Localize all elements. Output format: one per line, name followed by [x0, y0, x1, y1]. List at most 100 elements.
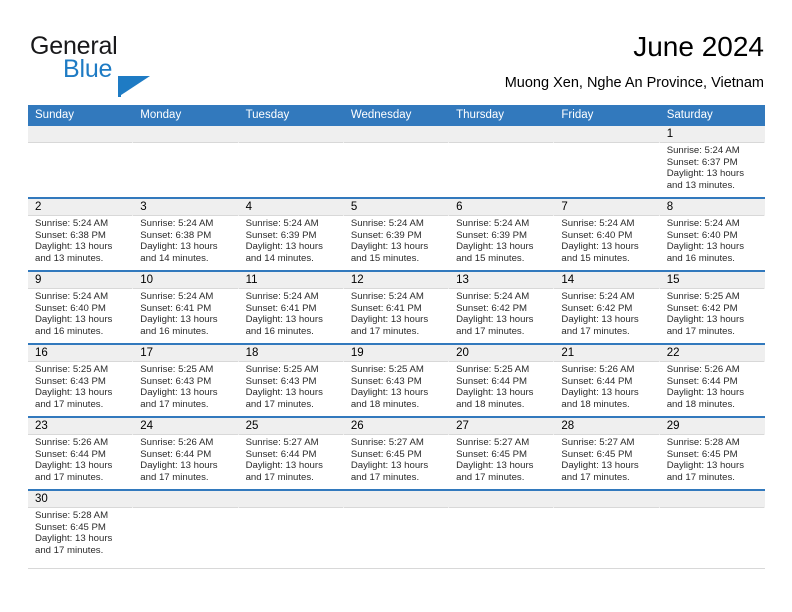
sunset-text: Sunset: 6:41 PM: [350, 302, 422, 314]
day-cell[interactable]: 1 Sunrise: 5:24 AM Sunset: 6:37 PM Dayli…: [659, 126, 765, 197]
day-cell[interactable]: 12 Sunrise: 5:24 AM Sunset: 6:41 PM Dayl…: [343, 272, 449, 343]
sunrise-text: Sunrise: 5:24 AM: [666, 218, 740, 229]
day-cell[interactable]: [449, 126, 554, 197]
day-details: Sunrise: 5:25 AM Sunset: 6:44 PM Dayligh…: [449, 362, 553, 410]
sunrise-text: Sunrise: 5:24 AM: [561, 218, 635, 229]
day-cell[interactable]: 23 Sunrise: 5:26 AM Sunset: 6:44 PM Dayl…: [28, 418, 133, 489]
day-cell[interactable]: [238, 491, 344, 562]
sunrise-text: Sunrise: 5:24 AM: [245, 291, 319, 302]
daylight-text-line2: and 17 minutes.: [666, 325, 735, 337]
day-cell[interactable]: 7 Sunrise: 5:24 AM Sunset: 6:40 PM Dayli…: [554, 199, 659, 270]
day-details: Sunrise: 5:27 AM Sunset: 6:45 PM Dayligh…: [449, 435, 553, 483]
day-cell[interactable]: [133, 126, 238, 197]
day-details: Sunrise: 5:24 AM Sunset: 6:38 PM Dayligh…: [28, 216, 132, 264]
day-cell[interactable]: 18 Sunrise: 5:25 AM Sunset: 6:43 PM Dayl…: [238, 345, 344, 416]
day-details: Sunrise: 5:25 AM Sunset: 6:42 PM Dayligh…: [660, 289, 764, 337]
day-cell[interactable]: [133, 491, 238, 562]
sunrise-text: Sunrise: 5:24 AM: [666, 145, 740, 156]
daylight-text-line1: Daylight: 13 hours: [35, 387, 113, 399]
day-cell[interactable]: 26 Sunrise: 5:27 AM Sunset: 6:45 PM Dayl…: [343, 418, 449, 489]
day-number: 24: [133, 418, 238, 435]
daylight-text-line1: Daylight: 13 hours: [35, 241, 113, 253]
daylight-text-line1: Daylight: 13 hours: [140, 460, 218, 472]
day-cell[interactable]: 10 Sunrise: 5:24 AM Sunset: 6:41 PM Dayl…: [133, 272, 238, 343]
daylight-text-line1: Daylight: 13 hours: [666, 460, 745, 472]
daylight-text-line1: Daylight: 13 hours: [245, 241, 323, 253]
day-cell[interactable]: 16 Sunrise: 5:25 AM Sunset: 6:43 PM Dayl…: [28, 345, 133, 416]
day-cell[interactable]: 3 Sunrise: 5:24 AM Sunset: 6:38 PM Dayli…: [133, 199, 238, 270]
day-details: Sunrise: 5:25 AM Sunset: 6:43 PM Dayligh…: [28, 362, 132, 410]
sunrise-text: Sunrise: 5:28 AM: [35, 510, 109, 521]
day-cell[interactable]: [343, 126, 449, 197]
calendar-bottom-rule: [28, 568, 765, 569]
sunset-text: Sunset: 6:44 PM: [561, 375, 633, 387]
day-cell[interactable]: 28 Sunrise: 5:27 AM Sunset: 6:45 PM Dayl…: [554, 418, 659, 489]
day-cell[interactable]: 11 Sunrise: 5:24 AM Sunset: 6:41 PM Dayl…: [238, 272, 344, 343]
daylight-text-line1: Daylight: 13 hours: [140, 314, 218, 326]
day-cell[interactable]: 17 Sunrise: 5:25 AM Sunset: 6:43 PM Dayl…: [133, 345, 238, 416]
daylight-text-line2: and 17 minutes.: [140, 398, 209, 410]
day-number: 17: [133, 345, 238, 362]
sunrise-text: Sunrise: 5:24 AM: [35, 218, 109, 229]
daylight-text-line2: and 17 minutes.: [245, 398, 314, 410]
day-cell[interactable]: 21 Sunrise: 5:26 AM Sunset: 6:44 PM Dayl…: [554, 345, 659, 416]
day-cell[interactable]: 4 Sunrise: 5:24 AM Sunset: 6:39 PM Dayli…: [238, 199, 344, 270]
day-number: [659, 491, 764, 508]
day-cell[interactable]: [28, 126, 133, 197]
sunrise-text: Sunrise: 5:27 AM: [245, 437, 319, 448]
day-number: [343, 491, 449, 508]
day-number: 30: [28, 491, 133, 508]
sunset-text: Sunset: 6:41 PM: [140, 302, 212, 314]
sunrise-text: Sunrise: 5:25 AM: [140, 364, 214, 375]
day-cell[interactable]: [554, 491, 659, 562]
daylight-text-line2: and 18 minutes.: [561, 398, 630, 410]
day-cell[interactable]: 19 Sunrise: 5:25 AM Sunset: 6:43 PM Dayl…: [343, 345, 449, 416]
day-cell[interactable]: 9 Sunrise: 5:24 AM Sunset: 6:40 PM Dayli…: [28, 272, 133, 343]
day-cell[interactable]: 14 Sunrise: 5:24 AM Sunset: 6:42 PM Dayl…: [554, 272, 659, 343]
sunset-text: Sunset: 6:45 PM: [456, 448, 528, 460]
sunrise-text: Sunrise: 5:24 AM: [350, 218, 424, 229]
day-cell[interactable]: 25 Sunrise: 5:27 AM Sunset: 6:44 PM Dayl…: [238, 418, 344, 489]
daylight-text-line2: and 15 minutes.: [350, 252, 420, 264]
general-blue-logo[interactable]: General Blue: [28, 30, 258, 97]
day-cell[interactable]: 5 Sunrise: 5:24 AM Sunset: 6:39 PM Dayli…: [343, 199, 449, 270]
day-number: [554, 491, 659, 508]
day-number: [133, 126, 238, 143]
day-cell[interactable]: 15 Sunrise: 5:25 AM Sunset: 6:42 PM Dayl…: [659, 272, 765, 343]
day-number: 18: [238, 345, 343, 362]
day-cell[interactable]: 22 Sunrise: 5:26 AM Sunset: 6:44 PM Dayl…: [659, 345, 765, 416]
sunrise-text: Sunrise: 5:24 AM: [561, 291, 635, 302]
day-cell[interactable]: 20 Sunrise: 5:25 AM Sunset: 6:44 PM Dayl…: [449, 345, 554, 416]
day-cell[interactable]: 8 Sunrise: 5:24 AM Sunset: 6:40 PM Dayli…: [659, 199, 765, 270]
weekday-thursday: Thursday: [456, 109, 505, 121]
sunset-text: Sunset: 6:45 PM: [666, 448, 738, 460]
day-cell[interactable]: 2 Sunrise: 5:24 AM Sunset: 6:38 PM Dayli…: [28, 199, 133, 270]
day-number: [238, 491, 343, 508]
daylight-text-line1: Daylight: 13 hours: [350, 314, 429, 326]
daylight-text-line1: Daylight: 13 hours: [245, 387, 323, 399]
daylight-text-line2: and 16 minutes.: [35, 325, 104, 337]
day-cell[interactable]: [554, 126, 659, 197]
day-cell[interactable]: [238, 126, 344, 197]
week-row: 2 Sunrise: 5:24 AM Sunset: 6:38 PM Dayli…: [28, 197, 765, 270]
sunset-text: Sunset: 6:44 PM: [456, 375, 528, 387]
day-cell[interactable]: 13 Sunrise: 5:24 AM Sunset: 6:42 PM Dayl…: [449, 272, 554, 343]
daylight-text-line1: Daylight: 13 hours: [456, 387, 534, 399]
day-cell[interactable]: 27 Sunrise: 5:27 AM Sunset: 6:45 PM Dayl…: [449, 418, 554, 489]
day-cell[interactable]: [659, 491, 765, 562]
daylight-text-line2: and 17 minutes.: [456, 325, 525, 337]
weekday-saturday: Saturday: [666, 109, 713, 121]
day-cell[interactable]: 30 Sunrise: 5:28 AM Sunset: 6:45 PM Dayl…: [28, 491, 133, 562]
day-cell[interactable]: 24 Sunrise: 5:26 AM Sunset: 6:44 PM Dayl…: [133, 418, 238, 489]
day-cell[interactable]: [343, 491, 449, 562]
sunrise-text: Sunrise: 5:27 AM: [350, 437, 424, 448]
day-cell[interactable]: 29 Sunrise: 5:28 AM Sunset: 6:45 PM Dayl…: [659, 418, 765, 489]
day-number: 3: [133, 199, 238, 216]
day-cell[interactable]: 6 Sunrise: 5:24 AM Sunset: 6:39 PM Dayli…: [449, 199, 554, 270]
weekday-wednesday: Wednesday: [350, 109, 412, 121]
day-details: Sunrise: 5:25 AM Sunset: 6:43 PM Dayligh…: [133, 362, 237, 410]
weekday-friday: Friday: [561, 109, 594, 121]
day-details: Sunrise: 5:26 AM Sunset: 6:44 PM Dayligh…: [554, 362, 658, 410]
day-cell[interactable]: [449, 491, 554, 562]
sunset-text: Sunset: 6:43 PM: [350, 375, 422, 387]
